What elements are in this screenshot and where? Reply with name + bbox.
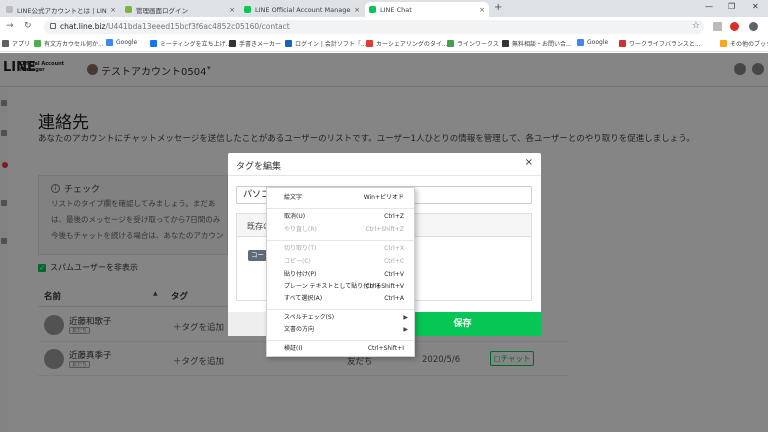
existing-tag-chip[interactable]: コー — [248, 250, 267, 261]
address-bar[interactable]: chat.line.biz/U441bda13eeed15bcf3f6ac485… — [44, 20, 704, 34]
bookmark-favicon-icon — [619, 40, 626, 47]
tab-title: LINE公式アカウントとは | LINE for Bu — [17, 6, 107, 15]
close-window-icon[interactable]: ✕ — [752, 2, 759, 11]
browser-tab-admin-login[interactable]: 管理画面ログイン × — [121, 2, 239, 17]
tab-close-icon[interactable]: × — [479, 6, 485, 14]
tab-favicon-icon — [125, 6, 132, 13]
bookmark-favicon-icon — [502, 40, 509, 47]
submenu-arrow-icon: ▶ — [403, 326, 408, 333]
bookmark-google[interactable]: Google — [577, 39, 608, 46]
tab-close-icon[interactable]: × — [229, 6, 235, 14]
bookmark-favicon-icon — [366, 40, 373, 47]
url-text: chat.line.biz/U441bda13eeed15bcf3f6ac485… — [60, 22, 290, 31]
bookmark-favicon-icon — [150, 40, 157, 47]
maximize-icon[interactable]: ❐ — [728, 2, 735, 11]
extension-icon[interactable] — [713, 22, 722, 31]
modal-title: タグを編集 — [236, 162, 282, 172]
bookmark-favicon-icon — [285, 40, 292, 47]
menu-separator — [267, 208, 414, 209]
bookmark-item[interactable]: ラインワークス — [447, 39, 499, 48]
menu-item-inspect[interactable]: 検証(I) Ctrl+Shift+I — [267, 342, 414, 355]
bookmark-item[interactable]: 無料相談・お問い合... — [502, 39, 572, 48]
bookmark-item[interactable]: ワークライフバランスと... — [619, 39, 701, 48]
menu-item-copy[interactable]: コピー(C) Ctrl+C — [267, 255, 414, 268]
bookmark-favicon-icon — [447, 40, 454, 47]
menu-item-redo[interactable]: やり直し(R) Ctrl+Shift+Z — [267, 223, 414, 236]
modal-divider — [228, 175, 541, 176]
menu-item-undo[interactable]: 取消(U) Ctrl+Z — [267, 210, 414, 223]
tab-favicon-icon — [244, 6, 251, 13]
browser-tab-line-chat[interactable]: LINE Chat × — [365, 2, 489, 17]
new-tab-button[interactable]: + — [494, 2, 502, 13]
bookmark-favicon-icon — [34, 40, 41, 47]
bookmarks-bar: アプリ 有文方カウセル何か... Google ミーティングを立ち上げ... 手… — [0, 37, 768, 52]
browser-toolbar: → ↻ chat.line.biz/U441bda13eeed15bcf3f6a… — [0, 17, 768, 37]
bookmark-item[interactable]: 手書きメーカー — [229, 39, 281, 48]
apps-grid-icon — [2, 40, 9, 47]
tab-title: 管理画面ログイン — [136, 6, 188, 15]
bookmark-item[interactable]: ミーティングを立ち上げ... — [150, 39, 231, 48]
browser-tab-oa-manager[interactable]: LINE Official Account Manager × — [240, 2, 364, 17]
browser-tab-line-for-business[interactable]: LINE公式アカウントとは | LINE for Bu × — [2, 2, 120, 17]
menu-item-text-direction[interactable]: 文書の方向 ▶ — [267, 323, 414, 336]
tab-favicon-icon — [6, 6, 13, 13]
minimize-icon[interactable]: — — [705, 2, 713, 11]
tab-title: LINE Official Account Manager — [255, 5, 352, 14]
tab-title: LINE Chat — [380, 5, 412, 14]
extension-red-icon[interactable] — [730, 22, 739, 31]
browser-tab-strip: LINE公式アカウントとは | LINE for Bu × 管理画面ログイン ×… — [0, 0, 768, 17]
tab-favicon-icon — [369, 6, 376, 13]
tab-close-icon[interactable]: × — [354, 6, 360, 14]
menu-item-emoji[interactable]: 絵文字 Win+ピリオド — [267, 191, 414, 204]
bookmark-apps[interactable]: アプリ — [2, 39, 30, 48]
folder-icon — [720, 40, 727, 47]
close-icon[interactable]: × — [525, 157, 533, 168]
menu-separator — [267, 240, 414, 241]
menu-item-cut[interactable]: 切り取り(T) Ctrl+X — [267, 242, 414, 255]
forward-icon[interactable]: → — [6, 21, 14, 31]
bookmark-item[interactable]: 有文方カウセル何か... — [34, 39, 104, 48]
google-icon — [577, 39, 584, 46]
bookmark-star-icon[interactable]: ☆ — [692, 21, 700, 31]
menu-separator — [267, 309, 414, 310]
tab-close-icon[interactable]: × — [110, 6, 116, 14]
menu-item-select-all[interactable]: すべて選択(A) Ctrl+A — [267, 292, 414, 305]
reload-icon[interactable]: ↻ — [24, 21, 32, 31]
context-menu: 絵文字 Win+ピリオド 取消(U) Ctrl+Z やり直し(R) Ctrl+Shif… — [266, 187, 415, 357]
bookmark-other[interactable]: その他のブックマーク — [720, 39, 768, 48]
lock-icon — [50, 23, 56, 29]
bookmark-item[interactable]: ログイン | 会計ソフト「... — [285, 39, 367, 48]
bookmark-google[interactable]: Google — [106, 39, 137, 46]
bookmark-favicon-icon — [229, 40, 236, 47]
google-icon — [106, 39, 113, 46]
bookmark-item[interactable]: カーシェアリングのタイ... — [366, 39, 448, 48]
profile-avatar-icon[interactable] — [749, 22, 758, 31]
menu-separator — [267, 340, 414, 341]
